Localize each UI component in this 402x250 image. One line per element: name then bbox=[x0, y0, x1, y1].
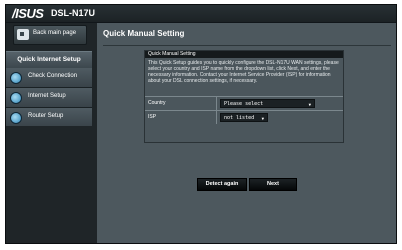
detect-again-button[interactable]: Detect again bbox=[197, 178, 247, 191]
globe-icon bbox=[10, 112, 22, 124]
home-icon bbox=[17, 29, 29, 40]
router-admin-window: /ISUS DSL-N17U Back main page Quick Inte… bbox=[5, 4, 397, 244]
globe-icon bbox=[10, 92, 22, 104]
top-bar: /ISUS DSL-N17U bbox=[6, 5, 396, 23]
sidebar-item-check-connection[interactable]: Check Connection bbox=[6, 68, 92, 88]
back-main-page-button[interactable]: Back main page bbox=[13, 25, 87, 45]
isp-select[interactable]: not listed ▼ bbox=[220, 113, 268, 122]
panel-description: This Quick Setup guides you to quickly c… bbox=[148, 60, 339, 84]
title-divider bbox=[103, 45, 391, 46]
next-button[interactable]: Next bbox=[249, 178, 297, 191]
model-name: DSL-N17U bbox=[51, 8, 96, 18]
main-content: Quick Manual Setting Quick Manual Settin… bbox=[97, 23, 396, 243]
sidebar-item-router-setup[interactable]: Router Setup bbox=[6, 108, 92, 128]
sidebar-item-label: Router Setup bbox=[28, 113, 64, 119]
panel-title: Quick Manual Setting bbox=[145, 51, 343, 58]
globe-icon bbox=[10, 72, 22, 84]
country-select[interactable]: Please select ▼ bbox=[220, 99, 315, 108]
isp-row: ISP not listed ▼ bbox=[145, 110, 343, 124]
settings-panel: Quick Manual Setting This Quick Setup gu… bbox=[144, 50, 344, 143]
asus-logo: /ISUS bbox=[12, 6, 44, 21]
sidebar-item-internet-setup[interactable]: Internet Setup bbox=[6, 88, 92, 108]
country-row: Country Please select ▼ bbox=[145, 96, 343, 110]
sidebar-item-label: Internet Setup bbox=[28, 93, 66, 99]
back-main-page-label: Back main page bbox=[33, 30, 77, 36]
sidebar: Back main page Quick Internet Setup Chec… bbox=[6, 23, 92, 243]
sidebar-item-label: Check Connection bbox=[28, 73, 78, 79]
dropdown-arrow-icon: ▼ bbox=[308, 102, 311, 107]
sidebar-filler bbox=[6, 126, 92, 243]
row-divider bbox=[216, 97, 217, 110]
row-divider bbox=[216, 111, 217, 124]
country-label: Country bbox=[148, 100, 166, 106]
page-title: Quick Manual Setting bbox=[103, 29, 185, 38]
dropdown-arrow-icon: ▼ bbox=[261, 116, 264, 121]
country-select-value: Please select bbox=[224, 101, 264, 107]
sidebar-heading: Quick Internet Setup bbox=[6, 51, 92, 69]
isp-select-value: not listed bbox=[224, 115, 255, 121]
isp-label: ISP bbox=[148, 114, 157, 120]
